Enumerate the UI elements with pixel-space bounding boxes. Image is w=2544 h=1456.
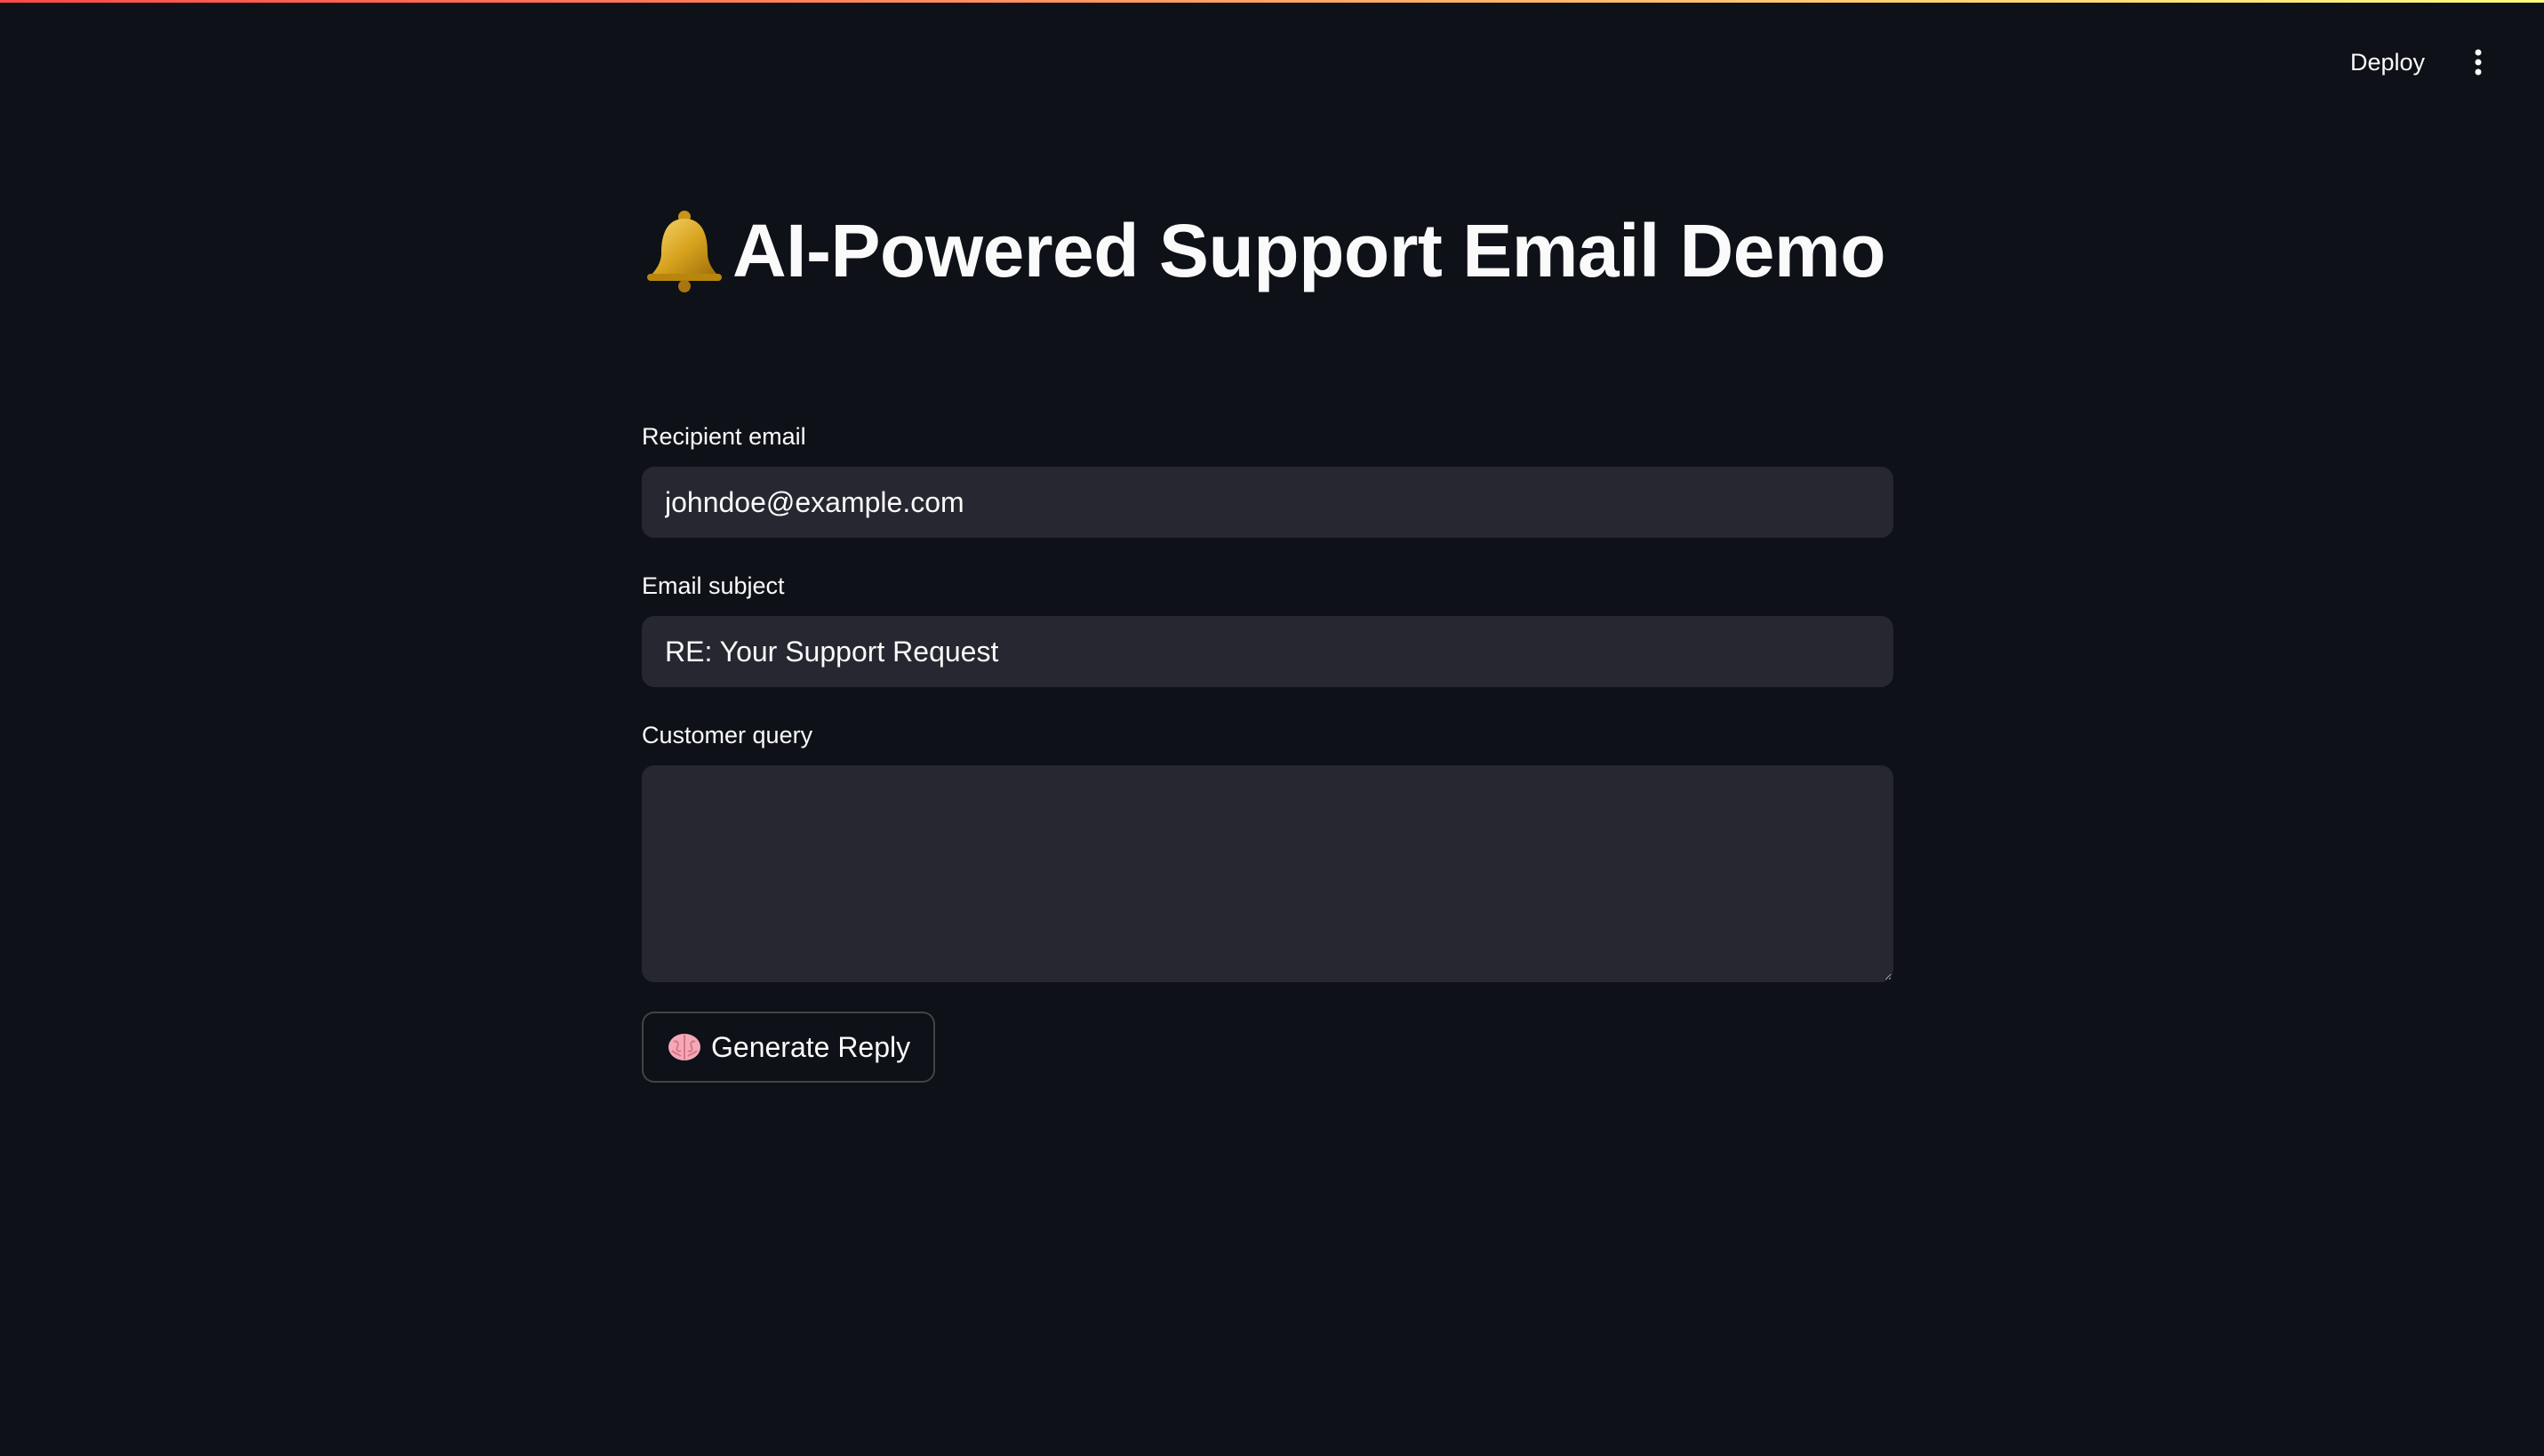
app-header: Deploy xyxy=(0,0,2544,124)
recipient-email-label: Recipient email xyxy=(642,423,806,450)
customer-query-textarea[interactable] xyxy=(642,765,1893,982)
customer-query-label: Customer query xyxy=(642,722,813,748)
generate-reply-label: Generate Reply xyxy=(711,1030,911,1063)
generate-reply-button[interactable]: Generate Reply xyxy=(642,1012,936,1083)
deploy-button[interactable]: Deploy xyxy=(2338,39,2437,85)
main-menu-button[interactable] xyxy=(2453,39,2503,85)
page-title: AI-Powered Support Email Demo xyxy=(642,197,1886,304)
bell-icon xyxy=(647,211,722,292)
page-title-text: AI-Powered Support Email Demo xyxy=(732,208,1886,292)
brain-icon xyxy=(668,1034,700,1060)
recipient-email-input[interactable] xyxy=(642,467,1893,538)
vertical-dots-icon xyxy=(2475,49,2482,76)
email-subject-input[interactable] xyxy=(642,616,1893,687)
email-subject-label: Email subject xyxy=(642,572,785,599)
